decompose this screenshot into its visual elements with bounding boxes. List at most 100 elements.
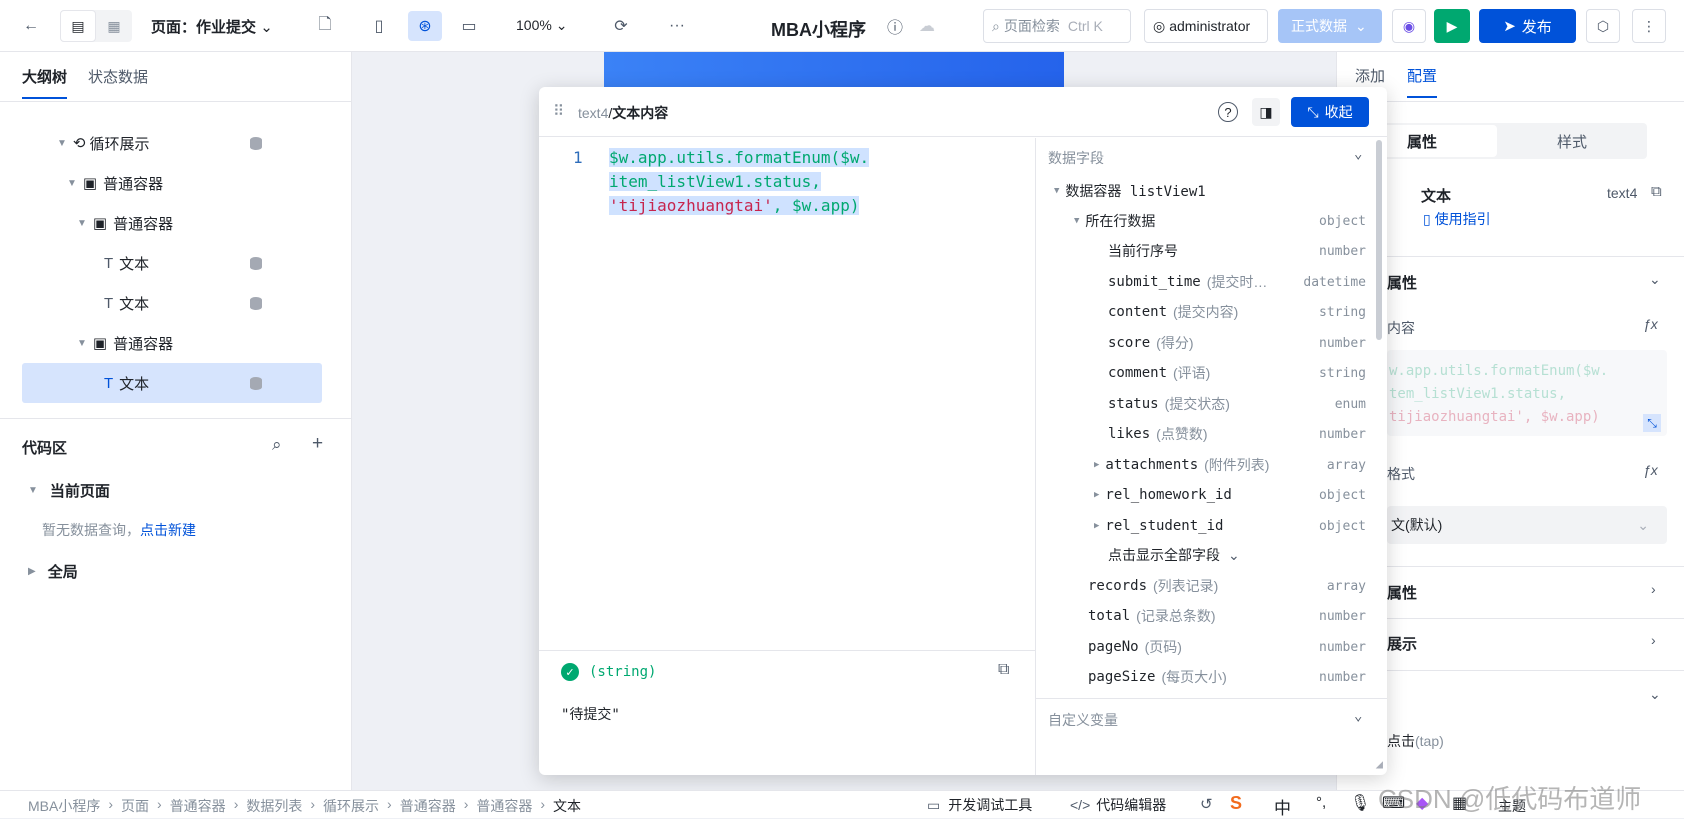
chevron-down-icon[interactable]: ⌄: [1354, 708, 1362, 724]
field-item[interactable]: ▶ rel_homework_id object: [1036, 480, 1386, 510]
resize-handle-icon[interactable]: ◢: [1376, 757, 1383, 771]
more-menu-icon[interactable]: ⋮: [1632, 9, 1666, 43]
tree-item-text[interactable]: T 文本: [22, 283, 322, 323]
chevron-down-icon[interactable]: ⌄: [1354, 146, 1362, 162]
field-item[interactable]: 当前行序号 number: [1036, 236, 1386, 266]
chevron-down-icon[interactable]: ⌄: [1649, 271, 1661, 288]
field-container[interactable]: ▼ 数据容器 listView1: [1036, 176, 1386, 206]
mobile-icon[interactable]: ▯: [364, 11, 394, 41]
expand-icon[interactable]: ⤡: [1643, 414, 1661, 432]
tree-item-container[interactable]: ▼ ▣ 普通容器: [22, 203, 322, 243]
breadcrumb-item[interactable]: 页面: [121, 796, 149, 816]
breadcrumb-item[interactable]: 循环展示: [323, 796, 379, 816]
section-more-props[interactable]: 属性: [1387, 582, 1417, 603]
field-item[interactable]: pageSize (每页大小) number: [1036, 662, 1386, 692]
breadcrumb-item[interactable]: 数据列表: [246, 796, 302, 816]
settings-icon[interactable]: ⬡: [1586, 9, 1620, 43]
format-select[interactable]: 文(默认) ⌄: [1387, 506, 1667, 544]
field-item[interactable]: status (提交状态) enum: [1036, 389, 1386, 419]
field-row-data[interactable]: ▼ 所在行数据 object: [1036, 206, 1386, 236]
chevron-down-icon[interactable]: ⌄: [1649, 686, 1661, 703]
collapse-button[interactable]: ⤡ 收起: [1291, 97, 1369, 127]
field-item[interactable]: submit_time (提交时… datetime: [1036, 267, 1386, 297]
preview-play-icon[interactable]: ▶: [1434, 9, 1470, 43]
breadcrumb-item[interactable]: 普通容器: [400, 796, 456, 816]
user-button[interactable]: ◎ administrator: [1144, 9, 1268, 43]
page-search-input[interactable]: ⌕ 页面检索 Ctrl K: [983, 9, 1131, 43]
field-type: object: [1319, 487, 1366, 503]
current-page-group[interactable]: ▼ 当前页面: [28, 480, 110, 501]
event-tap[interactable]: 点击(tap): [1387, 731, 1444, 751]
sogou-icon[interactable]: S: [1230, 793, 1242, 814]
ime-mode[interactable]: 中: [1274, 794, 1291, 819]
chevron-right-icon[interactable]: ›: [1651, 632, 1656, 648]
field-item[interactable]: likes (点赞数) number: [1036, 419, 1386, 449]
copy-icon[interactable]: ⧉: [1651, 183, 1662, 200]
field-item[interactable]: comment (评语) string: [1036, 358, 1386, 388]
scrollbar[interactable]: [1376, 140, 1382, 340]
field-item[interactable]: score (得分) number: [1036, 328, 1386, 358]
tree-item-text-selected[interactable]: T 文本: [22, 363, 322, 403]
mic-icon[interactable]: 🎙: [1350, 793, 1370, 813]
punctuation-icon[interactable]: °,: [1316, 794, 1326, 811]
add-page-icon[interactable]: 🗋: [310, 11, 340, 41]
page-view-icon[interactable]: ▤: [60, 10, 96, 42]
field-item[interactable]: pageNo (页码) number: [1036, 632, 1386, 662]
code-string-token: 'tijiaozhuangtai': [609, 196, 773, 215]
field-item[interactable]: ▶ attachments (附件列表) array: [1036, 450, 1386, 480]
breadcrumb-item[interactable]: 普通容器: [476, 796, 532, 816]
subtab-style[interactable]: 样式: [1497, 125, 1647, 157]
divider: [0, 101, 352, 102]
tab-outline[interactable]: 大纲树: [22, 66, 68, 99]
tab-add[interactable]: 添加: [1355, 65, 1385, 86]
refresh-icon[interactable]: ⟳: [606, 11, 636, 41]
env-selector[interactable]: 正式数据 ⌄: [1278, 9, 1382, 43]
zoom-selector[interactable]: 100% ⌄: [516, 17, 567, 34]
ai-assistant-icon[interactable]: ◉: [1392, 9, 1426, 43]
global-group[interactable]: ▶ 全局: [28, 561, 78, 582]
create-query-link[interactable]: 点击新建: [140, 522, 196, 538]
code-editor-button[interactable]: </> 代码编辑器: [1070, 795, 1166, 815]
custom-vars-title[interactable]: 自定义变量: [1048, 710, 1118, 730]
field-item[interactable]: ▶ rel_student_id object: [1036, 511, 1386, 541]
devtools-button[interactable]: ▭ 开发调试工具: [927, 795, 1032, 815]
miniprogram-icon[interactable]: ⊛: [408, 11, 442, 41]
desktop-icon[interactable]: ▭: [454, 11, 484, 41]
field-item[interactable]: total (记录总条数) number: [1036, 601, 1386, 631]
divider: [1337, 101, 1684, 102]
tab-state-data[interactable]: 状态数据: [88, 66, 148, 87]
add-icon[interactable]: +: [312, 433, 323, 455]
field-item[interactable]: content (提交内容) string: [1036, 297, 1386, 327]
breadcrumb-item[interactable]: MBA小程序: [28, 796, 100, 816]
copy-icon[interactable]: ⧉: [998, 661, 1009, 679]
code-editor[interactable]: 1 $w.app.utils.formatEnum($w. item_listV…: [539, 138, 1035, 650]
fx-icon[interactable]: ƒx: [1643, 462, 1658, 478]
more-icon[interactable]: ···: [662, 11, 692, 41]
drag-handle-icon[interactable]: ⠿: [553, 102, 564, 120]
history-icon[interactable]: ↺: [1200, 795, 1213, 813]
tree-item-loop[interactable]: ▼ ⟲ 循环展示: [22, 123, 322, 163]
page-selector[interactable]: 页面：作业提交 ⌄: [151, 16, 273, 37]
tab-config[interactable]: 配置: [1407, 65, 1438, 98]
section-properties[interactable]: 属性: [1387, 272, 1417, 293]
back-arrow-icon[interactable]: ←: [16, 11, 46, 41]
chevron-right-icon[interactable]: ›: [1651, 581, 1656, 597]
tree-item-container[interactable]: ▼ ▣ 普通容器: [22, 163, 322, 203]
side-panel-toggle-icon[interactable]: ◨: [1252, 98, 1280, 126]
search-icon[interactable]: ⌕: [272, 435, 282, 455]
tree-item-text[interactable]: T 文本: [22, 243, 322, 283]
breadcrumb-item[interactable]: 文本: [553, 796, 581, 816]
help-icon[interactable]: ?: [1218, 102, 1238, 122]
content-expression-box[interactable]: w.app.utils.formatEnum($w. tem_listView1…: [1387, 350, 1667, 436]
publish-button[interactable]: ➤ 发布: [1479, 9, 1576, 43]
section-display[interactable]: 展示: [1387, 633, 1417, 654]
breadcrumb-item[interactable]: 普通容器: [170, 796, 226, 816]
show-all-fields-link[interactable]: 点击显示全部字段 ⌄: [1036, 540, 1386, 570]
fx-icon[interactable]: ƒx: [1643, 316, 1658, 332]
info-icon[interactable]: ⓘ: [880, 11, 910, 41]
crumb-field: 文本内容: [612, 105, 669, 121]
tree-item-container[interactable]: ▼ ▣ 普通容器: [22, 323, 322, 363]
layout-view-icon[interactable]: ▦: [96, 10, 132, 42]
field-item[interactable]: records (列表记录) array: [1036, 571, 1386, 601]
guide-link[interactable]: ▯ 使用指引: [1423, 209, 1491, 229]
